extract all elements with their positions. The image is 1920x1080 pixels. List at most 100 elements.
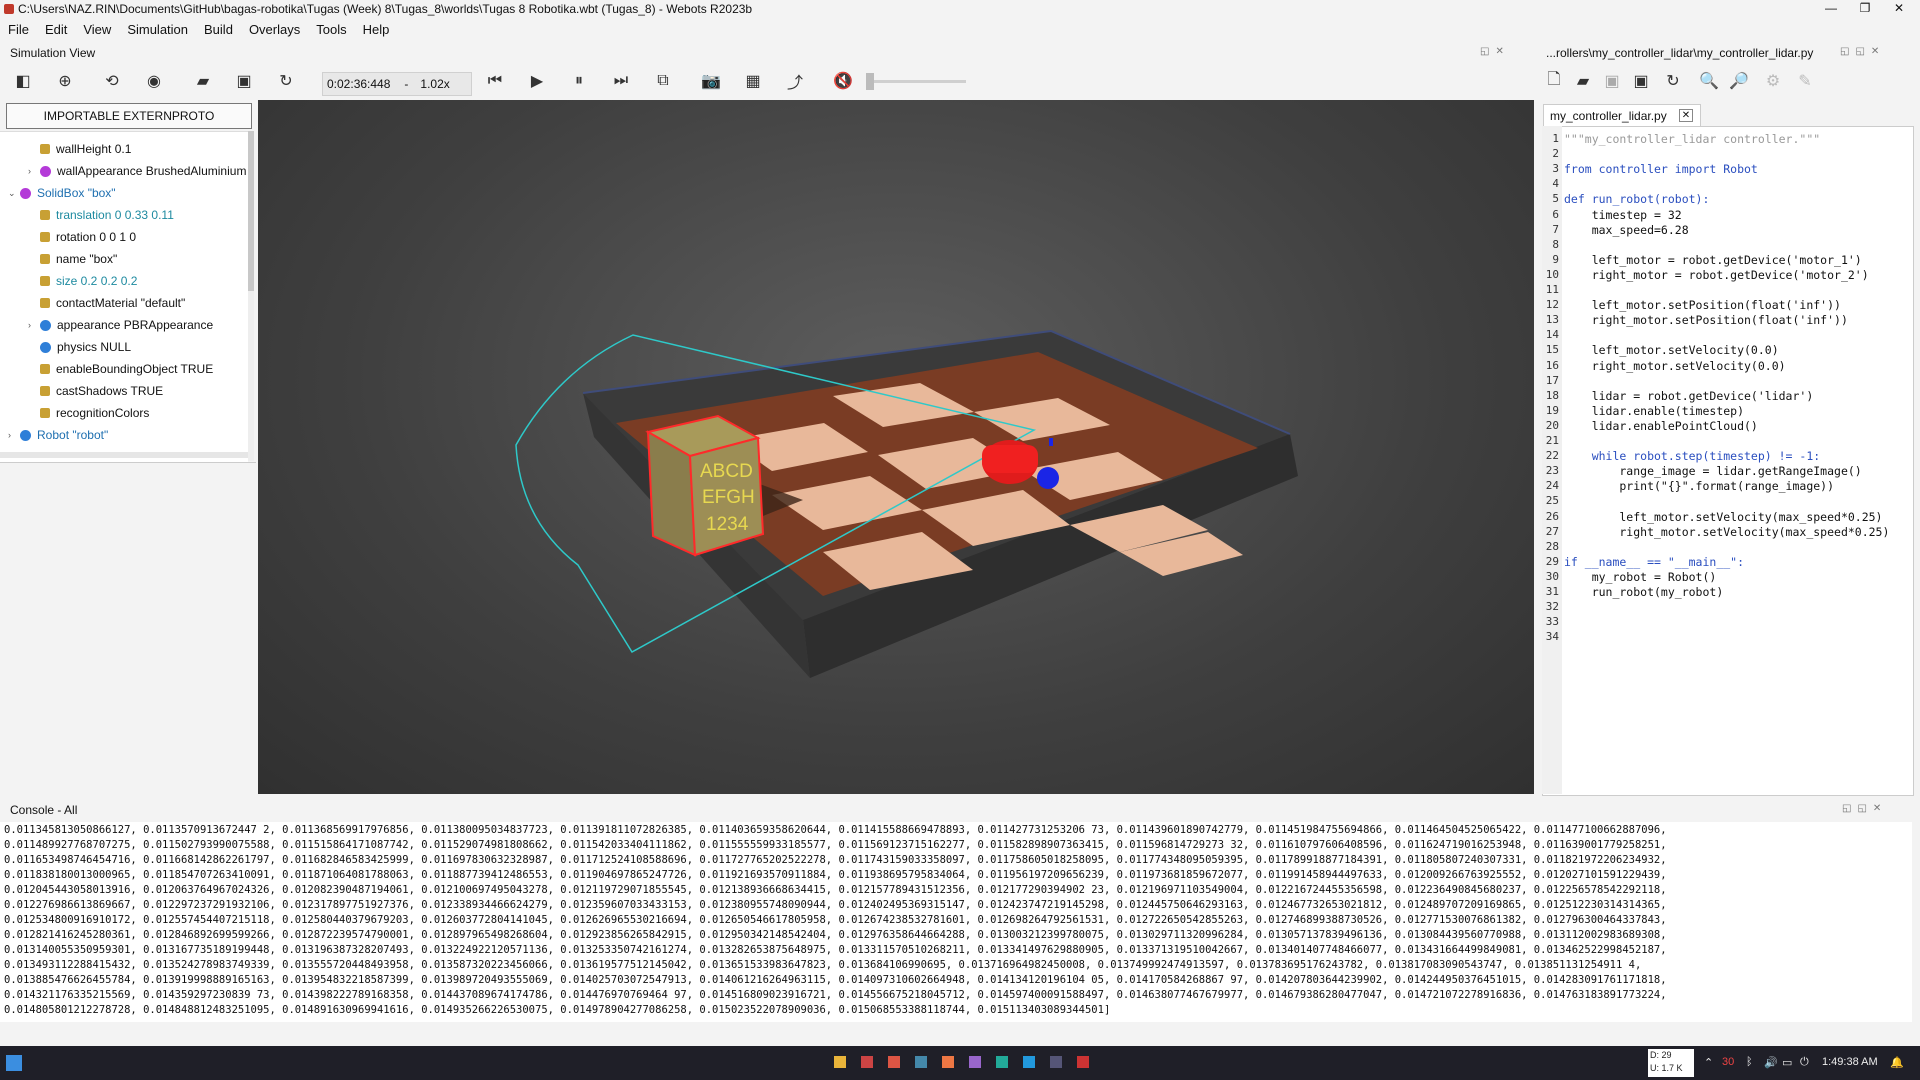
menu-build[interactable]: Build — [196, 22, 241, 37]
mute-icon[interactable]: 🔇 — [830, 70, 856, 92]
record-movie-icon[interactable]: ▦ — [740, 70, 766, 92]
menu-view[interactable]: View — [75, 22, 119, 37]
code-line[interactable]: right_motor.setVelocity(max_speed*0.25) — [1564, 525, 1889, 539]
importable-externproto-button[interactable]: IMPORTABLE EXTERNPROTO — [6, 103, 252, 129]
scene-tree-row[interactable]: › appearance PBRAppearance — [28, 314, 213, 336]
revert-icon[interactable]: ↻ — [1660, 70, 1686, 92]
menu-tools[interactable]: Tools — [308, 22, 354, 37]
minimize-button[interactable]: — — [1816, 0, 1846, 18]
app-icon-7[interactable] — [996, 1056, 1008, 1068]
display-icon[interactable]: ▭ — [1782, 1056, 1792, 1069]
code-line[interactable]: lidar.enable(timestep) — [1564, 404, 1744, 418]
reload-world-icon[interactable]: ↻ — [273, 70, 299, 92]
app-icon-9[interactable] — [1050, 1056, 1062, 1068]
world-scene[interactable]: ABCD EFGH 1234 — [258, 100, 1534, 794]
console-output[interactable]: 0.011345813050866127, 0.0113570913672447… — [0, 822, 1912, 1022]
fast-forward-icon[interactable]: ⏭ — [608, 70, 634, 92]
menu-simulation[interactable]: Simulation — [119, 22, 196, 37]
open-file-icon[interactable]: ▰ — [1570, 70, 1596, 92]
scene-tree-row[interactable]: size 0.2 0.2 0.2 — [28, 270, 137, 292]
app-icon-6[interactable] — [969, 1056, 981, 1068]
editor-dock-controls[interactable]: ◱◱✕ — [1840, 46, 1885, 57]
toggle-scene-tree-icon[interactable]: ◧ — [10, 70, 36, 92]
open-world-icon[interactable]: ▰ — [190, 70, 216, 92]
app-icon-3[interactable] — [888, 1056, 900, 1068]
code-line[interactable]: right_motor.setVelocity(0.0) — [1564, 359, 1786, 373]
scene-tree-row[interactable]: › Robot "robot" — [8, 424, 108, 446]
firefox-icon[interactable] — [942, 1056, 954, 1068]
step-icon[interactable]: ▶ — [524, 70, 550, 92]
rendering-toggle-icon[interactable]: ⧉ — [650, 70, 676, 92]
editor-tab[interactable]: my_controller_lidar.py ✕ — [1543, 104, 1701, 126]
view-eye-icon[interactable]: ◉ — [141, 70, 167, 92]
code-line[interactable]: if __name__ == "__main__": — [1564, 555, 1744, 569]
volume-slider-handle[interactable] — [866, 73, 874, 90]
scene-tree-row[interactable]: wallHeight 0.1 — [28, 138, 131, 160]
expand-arrow-icon[interactable]: › — [8, 430, 20, 440]
scene-tree-row[interactable]: rotation 0 0 1 0 — [28, 226, 136, 248]
reset-viewpoint-icon[interactable]: ⟲ — [99, 70, 125, 92]
code-line[interactable]: left_motor.setPosition(float('inf')) — [1564, 298, 1841, 312]
close-tab-icon[interactable]: ✕ — [1678, 109, 1694, 122]
scene-tree-hscrollbar[interactable] — [0, 452, 248, 458]
notifications-icon[interactable]: 🔔 — [1890, 1056, 1904, 1069]
menu-help[interactable]: Help — [355, 22, 398, 37]
menu-edit[interactable]: Edit — [37, 22, 75, 37]
clean-icon[interactable]: ✎ — [1792, 70, 1818, 92]
scene-tree-row[interactable]: castShadows TRUE — [28, 380, 163, 402]
find-replace-icon[interactable]: 🔎 — [1726, 70, 1752, 92]
reset-simulation-icon[interactable]: ⏮ — [482, 70, 508, 92]
close-window-button[interactable]: ✕ — [1884, 0, 1914, 18]
new-file-icon[interactable]: 🗋 — [1541, 70, 1567, 92]
code-line[interactable]: left_motor.setVelocity(max_speed*0.25) — [1564, 510, 1882, 524]
code-line[interactable]: lidar.enablePointCloud() — [1564, 419, 1758, 433]
start-icon[interactable] — [6, 1055, 22, 1071]
file-explorer-icon[interactable] — [834, 1056, 846, 1068]
textured-box[interactable]: ABCD EFGH 1234 — [645, 414, 765, 557]
edge-icon[interactable] — [1023, 1056, 1035, 1068]
code-line[interactable]: print("{}".format(range_image)) — [1564, 479, 1834, 493]
code-line[interactable]: while robot.step(timestep) != -1: — [1564, 449, 1821, 463]
build-icon[interactable]: ⚙ — [1760, 70, 1786, 92]
code-line[interactable]: right_motor.setPosition(float('inf')) — [1564, 313, 1848, 327]
tray-chevron-icon[interactable]: ⌃ — [1704, 1056, 1713, 1069]
code-line[interactable]: range_image = lidar.getRangeImage() — [1564, 464, 1861, 478]
expand-arrow-icon[interactable]: › — [28, 320, 40, 330]
code-line[interactable]: max_speed=6.28 — [1564, 223, 1689, 237]
code-line[interactable]: left_motor = robot.getDevice('motor_1') — [1564, 253, 1862, 267]
console-dock-controls[interactable]: ◱◱✕ — [1842, 803, 1887, 814]
screenshot-icon[interactable]: 📷 — [698, 70, 724, 92]
expand-arrow-icon[interactable]: ⌄ — [8, 188, 20, 199]
code-line[interactable]: def run_robot(robot): — [1564, 192, 1709, 206]
add-node-icon[interactable]: ⊕ — [52, 70, 78, 92]
save-file-icon[interactable]: ▣ — [1599, 70, 1625, 92]
menu-overlays[interactable]: Overlays — [241, 22, 308, 37]
simulation-view-dock-controls[interactable]: ◱✕ — [1480, 46, 1510, 57]
menu-file[interactable]: File — [0, 22, 37, 37]
code-line[interactable]: right_motor = robot.getDevice('motor_2') — [1564, 268, 1869, 282]
pause-icon[interactable]: ⏸ — [566, 70, 592, 92]
expand-arrow-icon[interactable]: › — [28, 166, 40, 176]
app-icon-2[interactable] — [861, 1056, 873, 1068]
scene-tree-row[interactable]: contactMaterial "default" — [28, 292, 185, 314]
scene-tree-row[interactable]: › wallAppearance BrushedAluminium — [28, 160, 246, 182]
scene-tree-row[interactable]: recognitionColors — [28, 402, 149, 424]
scene-tree-row[interactable]: ⌄ SolidBox "box" — [8, 182, 116, 204]
volume-slider[interactable] — [866, 80, 966, 83]
find-icon[interactable]: 🔍 — [1696, 70, 1722, 92]
code-line[interactable]: """my_controller_lidar controller.""" — [1564, 132, 1820, 146]
app-icon-4[interactable] — [915, 1056, 927, 1068]
code-line[interactable]: left_motor.setVelocity(0.0) — [1564, 343, 1779, 357]
bluetooth-icon[interactable]: ᛒ — [1746, 1056, 1753, 1068]
maximize-button[interactable]: ❐ — [1850, 0, 1880, 18]
webots-taskbar-icon[interactable] — [1077, 1056, 1089, 1068]
power-icon[interactable]: ⏻ — [1800, 1056, 1809, 1069]
scene-tree-scroll-thumb[interactable] — [248, 131, 254, 291]
save-world-icon[interactable]: ▣ — [231, 70, 257, 92]
3d-viewport[interactable]: ABCD EFGH 1234 — [258, 100, 1534, 794]
save-all-icon[interactable]: ▣ — [1628, 70, 1654, 92]
share-icon[interactable]: ⤴ — [782, 70, 808, 92]
volume-icon[interactable]: 🔊 — [1764, 1056, 1778, 1069]
clock[interactable]: 1:49:38 AM — [1822, 1056, 1878, 1068]
scene-tree-row[interactable]: translation 0 0.33 0.11 — [28, 204, 174, 226]
